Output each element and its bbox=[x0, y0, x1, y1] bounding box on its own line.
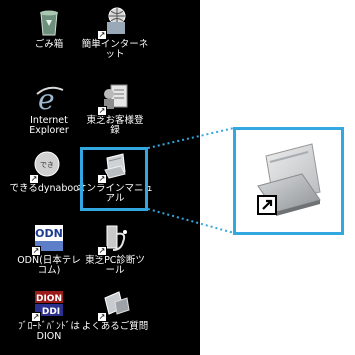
online-manual-icon-enlarged bbox=[257, 143, 321, 216]
zoomed-icon-callout bbox=[233, 127, 344, 235]
